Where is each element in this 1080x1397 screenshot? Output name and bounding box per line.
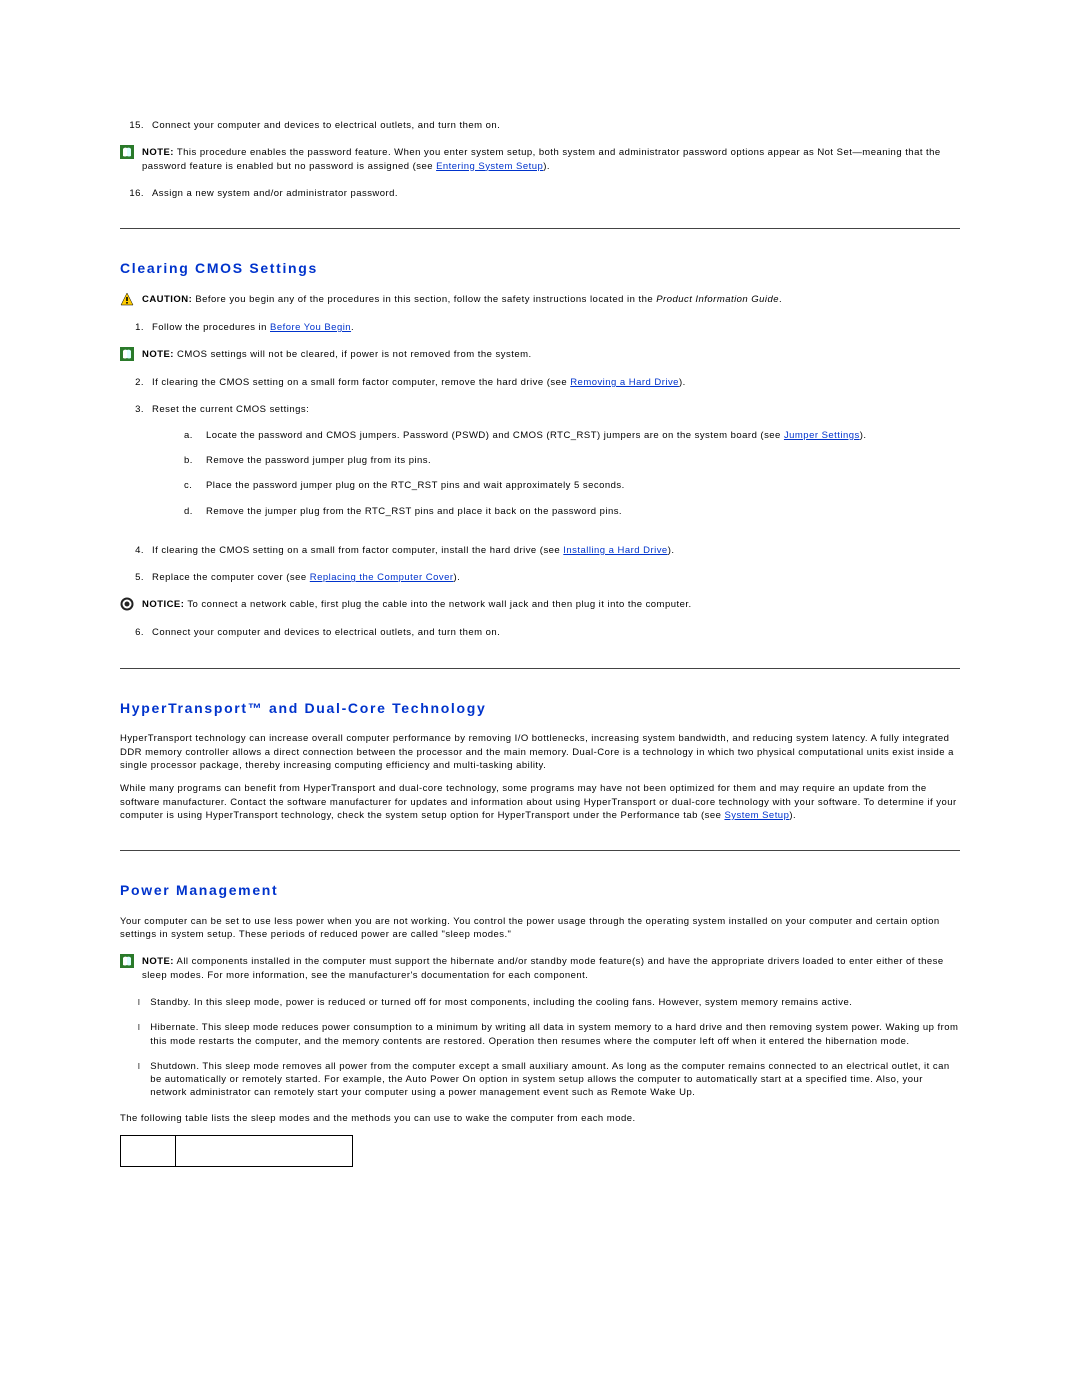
list-item: Shutdown. This sleep mode removes all po… <box>138 1060 960 1100</box>
document-page: 15. Connect your computer and devices to… <box>0 0 1080 1397</box>
caution-label: CAUTION: <box>142 294 192 305</box>
step-text: If clearing the CMOS setting on a small … <box>152 544 674 557</box>
section-divider <box>120 850 960 851</box>
notice-body: NOTICE: To connect a network cable, firs… <box>142 598 960 611</box>
caution-tail: . <box>779 294 782 305</box>
heading-hypertransport: HyperTransport™ and Dual-Core Technology <box>120 699 960 719</box>
step-number: 1. <box>120 321 144 334</box>
step-number: 4. <box>120 544 144 557</box>
paragraph: The following table lists the sleep mode… <box>120 1112 960 1125</box>
step-4: 4. If clearing the CMOS setting on a sma… <box>120 544 960 557</box>
note-callout-cmos: NOTE: CMOS settings will not be cleared,… <box>120 348 960 362</box>
notice-callout: NOTICE: To connect a network cable, firs… <box>120 598 960 612</box>
link-removing-hard-drive[interactable]: Removing a Hard Drive <box>570 377 679 388</box>
steps-list-top-2: 16. Assign a new system and/or administr… <box>120 187 960 200</box>
caution-body: CAUTION: Before you begin any of the pro… <box>142 293 960 306</box>
table-cell <box>121 1135 176 1166</box>
note-body: NOTE: CMOS settings will not be cleared,… <box>142 348 960 361</box>
step-text: Reset the current CMOS settings: a.Locat… <box>152 403 866 529</box>
step-2: 2. If clearing the CMOS setting on a sma… <box>120 376 960 389</box>
step-3: 3. Reset the current CMOS settings: a.Lo… <box>120 403 960 529</box>
step-5: 5. Replace the computer cover (see Repla… <box>120 571 960 584</box>
list-item: Standby. In this sleep mode, power is re… <box>138 996 960 1009</box>
paragraph: While many programs can benefit from Hyp… <box>120 782 960 822</box>
heading-power-management: Power Management <box>120 881 960 901</box>
step-text: Replace the computer cover (see Replacin… <box>152 571 460 584</box>
substeps: a.Locate the password and CMOS jumpers. … <box>184 429 866 518</box>
link-jumper-settings[interactable]: Jumper Settings <box>784 430 860 441</box>
paragraph: HyperTransport technology can increase o… <box>120 732 960 772</box>
link-replacing-cover[interactable]: Replacing the Computer Cover <box>310 572 454 583</box>
note-label: NOTE: <box>142 147 174 158</box>
link-installing-hard-drive[interactable]: Installing a Hard Drive <box>563 545 667 556</box>
section-divider <box>120 228 960 229</box>
link-entering-system-setup[interactable]: Entering System Setup <box>436 161 543 172</box>
steps-list-cmos-3: 6. Connect your computer and devices to … <box>120 626 960 639</box>
note-body: NOTE: This procedure enables the passwor… <box>142 146 960 173</box>
substep-d: d.Remove the jumper plug from the RTC_RS… <box>184 505 866 518</box>
note-text: All components installed in the computer… <box>142 956 944 980</box>
step-text: Connect your computer and devices to ele… <box>152 626 500 639</box>
substep-c: c.Place the password jumper plug on the … <box>184 479 866 492</box>
notice-label: NOTICE: <box>142 599 184 610</box>
note-body: NOTE: All components installed in the co… <box>142 955 960 982</box>
caution-icon <box>120 292 134 306</box>
steps-list-top: 15. Connect your computer and devices to… <box>120 119 960 132</box>
step-text: If clearing the CMOS setting on a small … <box>152 376 686 389</box>
note-label: NOTE: <box>142 956 174 967</box>
steps-list-cmos: 1. Follow the procedures in Before You B… <box>120 321 960 334</box>
note-callout-pm: NOTE: All components installed in the co… <box>120 955 960 982</box>
sleep-mode-table <box>120 1135 353 1167</box>
step-16: 16. Assign a new system and/or administr… <box>120 187 960 200</box>
steps-list-cmos-2: 2. If clearing the CMOS setting on a sma… <box>120 376 960 584</box>
substep-a: a.Locate the password and CMOS jumpers. … <box>184 429 866 442</box>
note-icon <box>120 145 134 159</box>
caution-text: Before you begin any of the procedures i… <box>192 294 656 305</box>
paragraph: Your computer can be set to use less pow… <box>120 915 960 942</box>
notice-icon <box>120 597 134 611</box>
step-text: Follow the procedures in Before You Begi… <box>152 321 354 334</box>
note-icon <box>120 347 134 361</box>
step-15: 15. Connect your computer and devices to… <box>120 119 960 132</box>
table-cell <box>176 1135 353 1166</box>
sleep-mode-list: Standby. In this sleep mode, power is re… <box>138 996 960 1100</box>
step-number: 6. <box>120 626 144 639</box>
note-text-tail: ). <box>543 161 550 172</box>
section-divider <box>120 668 960 669</box>
caution-italic: Product Information Guide <box>656 294 779 305</box>
note-icon <box>120 954 134 968</box>
step-number: 16. <box>120 187 144 200</box>
link-system-setup[interactable]: System Setup <box>724 810 789 821</box>
step-number: 3. <box>120 403 144 529</box>
notice-text: To connect a network cable, first plug t… <box>184 599 691 610</box>
step-6: 6. Connect your computer and devices to … <box>120 626 960 639</box>
list-item: Hibernate. This sleep mode reduces power… <box>138 1021 960 1048</box>
caution-callout: CAUTION: Before you begin any of the pro… <box>120 293 960 307</box>
note-label: NOTE: <box>142 349 174 360</box>
substep-b: b.Remove the password jumper plug from i… <box>184 454 866 467</box>
link-before-you-begin[interactable]: Before You Begin <box>270 322 351 333</box>
step-text: Assign a new system and/or administrator… <box>152 187 398 200</box>
heading-clearing-cmos: Clearing CMOS Settings <box>120 259 960 279</box>
step-text: Connect your computer and devices to ele… <box>152 119 500 132</box>
note-callout: NOTE: This procedure enables the passwor… <box>120 146 960 173</box>
step-number: 2. <box>120 376 144 389</box>
step-number: 5. <box>120 571 144 584</box>
step-1: 1. Follow the procedures in Before You B… <box>120 321 960 334</box>
note-text: CMOS settings will not be cleared, if po… <box>174 349 532 360</box>
step-number: 15. <box>120 119 144 132</box>
